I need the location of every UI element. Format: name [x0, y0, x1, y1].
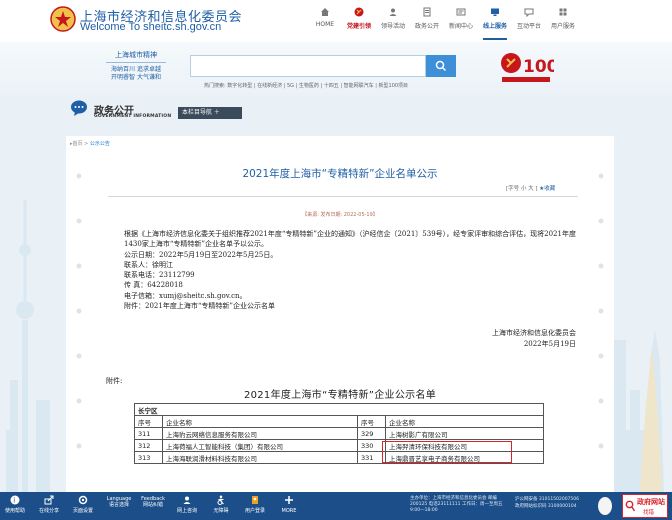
- magnifier-icon: [625, 500, 635, 512]
- toolbar-consult[interactable]: 网上咨询: [174, 494, 200, 514]
- nav-item-leader[interactable]: 领导活动: [376, 6, 410, 36]
- gov-site-error-report[interactable]: 政府网站 找错: [622, 494, 668, 518]
- plus-icon: [285, 496, 293, 504]
- user-icon: [559, 8, 567, 16]
- table-header-row: 序号 企业名称 序号 企业名称: [134, 415, 544, 428]
- accessibility-icon: [217, 495, 224, 505]
- search-input[interactable]: [190, 55, 426, 77]
- article-paragraph: 根据《上海市经济信息化委关于组织推荐2021年度“专精特新”企业的通知》（沪经信…: [124, 230, 576, 249]
- section-subtitle: GOVERNMENT INFORMATION: [94, 114, 172, 119]
- cell-no: 312: [134, 439, 163, 452]
- toolbar-feedback[interactable]: Feedback 网站纠错: [138, 494, 168, 508]
- region-cell: 长宁区: [134, 403, 544, 416]
- article-body: 根据《上海市经济信息化委关于组织推荐2021年度“专精特新”企业的通知》（沪经信…: [110, 229, 590, 311]
- login-icon: [252, 496, 258, 504]
- signature-block: 上海市经济和信息化委员会 2022年5月19日: [446, 328, 576, 350]
- hot-search-words[interactable]: 热门搜索: 数字化转型 | 在线新经济 | 5G | 生物医药 | 十四五 | …: [204, 82, 408, 89]
- search-button[interactable]: [426, 55, 456, 77]
- column-guide-button[interactable]: 本栏目导航 ＋: [178, 107, 242, 119]
- favorite-button[interactable]: ★收藏: [539, 186, 555, 192]
- font-size-control[interactable]: [字号 小 大 ]: [506, 186, 538, 192]
- attachment-label: 附件:: [106, 377, 123, 385]
- table-row: 311 上海豹云网络信息服务有限公司 329 上海树影广有限公司: [134, 427, 544, 440]
- cell-name: 上海豹云网络信息服务有限公司: [162, 427, 358, 440]
- gov-badge-icon[interactable]: [598, 497, 612, 515]
- cell-no: 329: [357, 427, 386, 440]
- nav-item-interact[interactable]: 互动平台: [512, 6, 546, 36]
- toolbar-language[interactable]: Language 语言选择: [104, 494, 134, 508]
- toolbar-more[interactable]: MORE: [276, 494, 302, 514]
- consult-icon: [183, 496, 191, 504]
- cell-name: 上海荷福人工智能科技（集团）有限公司: [162, 439, 358, 452]
- attachment-link[interactable]: 附件：2021年度上海市“专精特新”企业公示名单: [110, 301, 590, 311]
- interact-icon: [524, 8, 534, 17]
- toolbar-accessibility[interactable]: 无障碍: [208, 494, 234, 514]
- signature-org: 上海市经济和信息化委员会: [492, 329, 576, 337]
- col-header-no: 序号: [134, 415, 163, 428]
- article-panel: ▸首页 > 公示公告 2021年度上海市“专精特新”企业名单公示 [字号 小 大…: [66, 136, 614, 492]
- cell-name: 上海海联润滑材料科技有限公司: [162, 451, 358, 464]
- site-header: 上海市经济和信息化委员会 Welcome To sheitc.sh.gov.cn…: [0, 0, 672, 42]
- main-nav: HOME 党建引领 领导活动 政务公开 新闻中心 线上服务 互动平台 用户服务: [308, 6, 580, 40]
- col-header-name: 企业名称: [385, 415, 544, 428]
- leader-icon: [389, 8, 397, 16]
- site-url: Welcome To sheitc.sh.gov.cn: [80, 21, 222, 33]
- police-record[interactable]: 沪公网安备 31011502007506: [515, 496, 595, 503]
- cell-no: 311: [134, 427, 163, 440]
- nav-item-home[interactable]: HOME: [308, 6, 342, 36]
- font-size-tools: [字号 小 大 ] ★收藏: [506, 184, 555, 192]
- toolbar-share[interactable]: 在线分享: [36, 494, 62, 514]
- signature-date: 2022年5月19日: [523, 340, 576, 348]
- breadcrumb: ▸首页 > 公示公告: [70, 140, 110, 147]
- site-id-code: 政府网站标识码 3100000104: [515, 504, 577, 509]
- nav-item-gov[interactable]: 政务公开: [410, 6, 444, 36]
- nav-item-user[interactable]: 用户服务: [546, 6, 580, 36]
- share-icon: [44, 495, 54, 505]
- settings-icon: [78, 495, 88, 505]
- nav-item-service[interactable]: 线上服务: [478, 6, 512, 40]
- contact-phone: 联系电话：23112799: [124, 271, 195, 280]
- bottom-toolbar: i 使用帮助 在线分享 页面设置 Language 语言选择 Feedback …: [0, 492, 672, 520]
- footer-address: 主办单位：上海市经济和信息化委员会 邮编200125 电话23111111 工作…: [410, 496, 503, 513]
- col-header-name: 企业名称: [162, 415, 358, 428]
- highlight-box: [382, 441, 512, 463]
- contact-person: 联系人：徐明江: [124, 260, 173, 269]
- help-icon: i: [10, 495, 20, 505]
- national-emblem-icon[interactable]: [50, 6, 76, 32]
- col-header-no: 序号: [357, 415, 386, 428]
- notice-period: 公示日期：2022年5月19日至2022年5月25日。: [124, 250, 278, 259]
- title-divider: [108, 196, 578, 197]
- contact-email: 电子信箱：xumj@sheitc.sh.gov.cn。: [124, 291, 247, 300]
- nav-item-party[interactable]: 党建引领: [342, 6, 376, 36]
- gov-icon: [423, 7, 431, 17]
- home-icon: [321, 8, 329, 16]
- footer-registration: 沪公网安备 31011502007506 政府网站标识码 3100000104: [515, 496, 595, 510]
- search-icon: [435, 60, 447, 72]
- article-title: 2021年度上海市“专精特新”企业名单公示: [242, 168, 438, 180]
- city-spirit: 上海城市精神 海纳百川 追求卓越 开明睿智 大气谦和: [106, 50, 166, 82]
- chat-bubble-icon: [71, 100, 87, 116]
- centenary-logo[interactable]: 100: [498, 50, 554, 86]
- contact-fax: 传 真：64228018: [124, 281, 183, 290]
- party-icon: [354, 7, 364, 17]
- breadcrumb-current[interactable]: 公示公告: [90, 141, 110, 147]
- toolbar-login[interactable]: 用户登录: [242, 494, 268, 514]
- cell-no: 313: [134, 451, 163, 464]
- table-title: 2021年度上海市“专精特新”企业公示名单: [243, 390, 437, 401]
- cell-name: 上海树影广有限公司: [385, 427, 544, 440]
- table-region-row: 长宁区: [134, 403, 544, 416]
- news-icon: [456, 8, 466, 16]
- nav-item-news[interactable]: 新闻中心: [444, 6, 478, 36]
- svg-text:i: i: [13, 497, 15, 505]
- toolbar-settings[interactable]: 页面设置: [70, 494, 96, 514]
- article-source-date: 【来源: 发布日期: 2022-05-19】: [302, 212, 378, 218]
- breadcrumb-home[interactable]: ▸首页 >: [70, 141, 88, 147]
- toolbar-help[interactable]: i 使用帮助: [2, 494, 28, 514]
- service-icon: [491, 8, 499, 16]
- svg-text:100: 100: [523, 57, 554, 77]
